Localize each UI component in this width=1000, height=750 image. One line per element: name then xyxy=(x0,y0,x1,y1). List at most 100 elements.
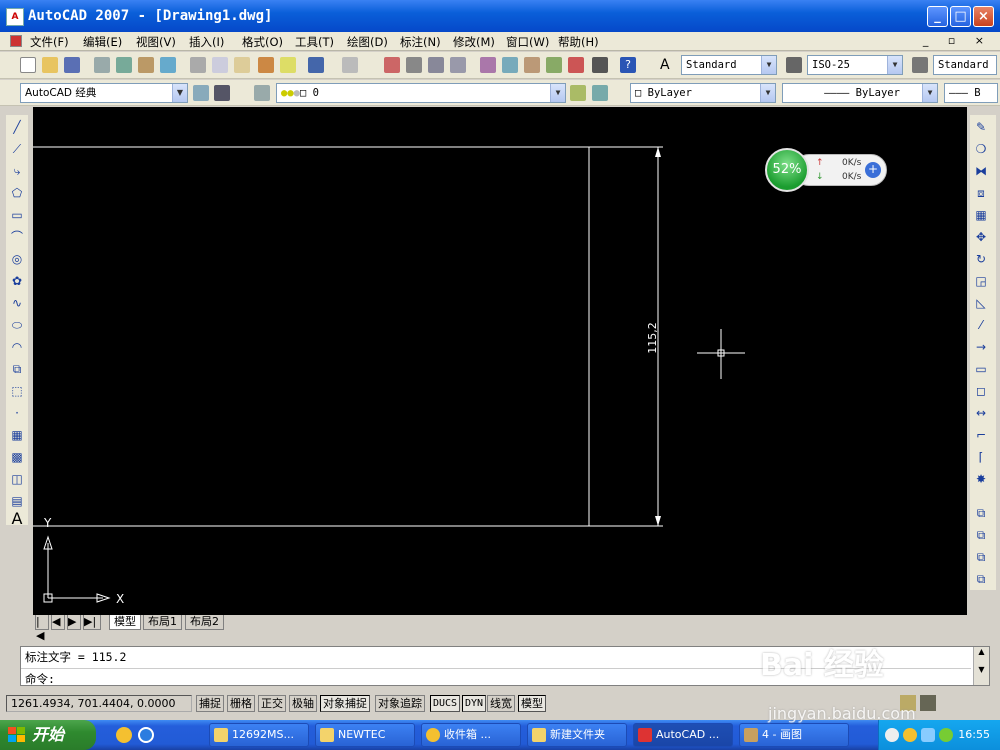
minimize-button[interactable]: _ xyxy=(927,6,948,27)
workspace-save-icon[interactable] xyxy=(214,85,230,101)
explode-icon[interactable]: ✸ xyxy=(973,471,989,487)
paste-icon[interactable] xyxy=(234,57,250,73)
mirror-icon[interactable]: ⧓ xyxy=(973,163,989,179)
multiline-text-icon[interactable]: A xyxy=(9,511,25,527)
document-icon[interactable] xyxy=(10,35,22,47)
menu-insert[interactable]: 插入(I) xyxy=(189,34,224,50)
save-icon[interactable] xyxy=(64,57,80,73)
menu-format[interactable]: 格式(O) xyxy=(242,34,283,50)
arc-icon[interactable]: ⌒ xyxy=(9,229,25,245)
dim-style-icon[interactable] xyxy=(786,57,802,73)
circle-icon[interactable]: ◎ xyxy=(9,251,25,267)
coordinate-display[interactable]: 1261.4934, 701.4404, 0.0000 xyxy=(6,695,192,712)
fillet-icon[interactable]: ⌈ xyxy=(973,449,989,465)
taskbar-item-folder-2[interactable]: NEWTEC xyxy=(315,723,415,747)
spline-icon[interactable]: ∿ xyxy=(9,295,25,311)
array-icon[interactable]: ▦ xyxy=(973,207,989,223)
point-icon[interactable]: · xyxy=(9,405,25,421)
autocad-app-icon[interactable]: A xyxy=(6,8,24,26)
osnap-toggle[interactable]: 对象捕捉 xyxy=(320,695,370,712)
table-style-select[interactable]: Standard xyxy=(933,55,997,75)
rectangle-icon[interactable]: ▭ xyxy=(9,207,25,223)
maximize-button[interactable]: □ xyxy=(950,6,971,27)
memory-percent-badge[interactable]: 52% xyxy=(765,148,809,192)
close-button[interactable]: × xyxy=(973,6,994,27)
tab-layout1[interactable]: 布局1 xyxy=(143,615,182,630)
tab-layout2[interactable]: 布局2 xyxy=(185,615,224,630)
stretch-icon[interactable]: ◺ xyxy=(973,295,989,311)
start-button[interactable]: 开始 xyxy=(0,720,96,750)
tray-network-icon[interactable] xyxy=(921,728,935,742)
pan-icon[interactable] xyxy=(384,57,400,73)
ellipse-icon[interactable]: ⬭ xyxy=(9,317,25,333)
publish-icon[interactable] xyxy=(138,57,154,73)
quicklaunch-browser-icon[interactable] xyxy=(138,727,154,743)
draw-order-front-icon[interactable]: ⧉ xyxy=(973,505,989,521)
copy-object-icon[interactable]: ❍ xyxy=(973,141,989,157)
next-tab-button[interactable]: ▶ xyxy=(67,615,81,630)
construction-line-icon[interactable]: ⟋ xyxy=(9,141,25,157)
last-tab-button[interactable]: ▶| xyxy=(83,615,101,630)
redo-icon[interactable] xyxy=(342,57,358,73)
zoom-previous-icon[interactable] xyxy=(450,57,466,73)
markup-icon[interactable] xyxy=(568,57,584,73)
chamfer-icon[interactable]: ⌐ xyxy=(973,427,989,443)
menu-modify[interactable]: 修改(M) xyxy=(453,34,495,50)
plus-icon[interactable]: + xyxy=(865,162,881,178)
taskbar-item-folder-1[interactable]: 12692MS... xyxy=(209,723,309,747)
revision-cloud-icon[interactable]: ✿ xyxy=(9,273,25,289)
menu-file[interactable]: 文件(F) xyxy=(30,34,69,50)
command-scrollbar[interactable]: ▲ ▼ xyxy=(973,647,989,685)
taskbar-item-paint[interactable]: 4 - 画图 xyxy=(739,723,849,747)
sheet-set-icon[interactable] xyxy=(546,57,562,73)
new-file-icon[interactable] xyxy=(20,57,36,73)
undo-icon[interactable] xyxy=(308,57,324,73)
scale-icon[interactable]: ◲ xyxy=(973,273,989,289)
dyn-toggle[interactable]: DYN xyxy=(462,695,487,712)
text-style-select[interactable]: Standard ▼ xyxy=(681,55,777,75)
polar-toggle[interactable]: 极轴 xyxy=(289,695,317,712)
menu-help[interactable]: 帮助(H) xyxy=(558,34,599,50)
lock-toolbars-icon[interactable] xyxy=(920,695,936,711)
send-under-icon[interactable]: ⧉ xyxy=(973,571,989,587)
clock[interactable]: 16:55 xyxy=(958,728,990,741)
text-style-icon[interactable]: A xyxy=(660,57,676,73)
help-icon[interactable]: ? xyxy=(620,57,636,73)
match-properties-icon[interactable] xyxy=(258,57,274,73)
prev-tab-button[interactable]: ◀ xyxy=(51,615,65,630)
print-icon[interactable] xyxy=(94,57,110,73)
taskbar-item-new-folder[interactable]: 新建文件夹 xyxy=(527,723,627,747)
polygon-icon[interactable]: ⬠ xyxy=(9,185,25,201)
block-editor-icon[interactable] xyxy=(280,57,296,73)
properties-icon[interactable] xyxy=(480,57,496,73)
draw-order-back-icon[interactable]: ⧉ xyxy=(973,527,989,543)
layer-previous-icon[interactable] xyxy=(592,85,608,101)
3d-dwf-icon[interactable] xyxy=(160,57,176,73)
zoom-realtime-icon[interactable] xyxy=(406,57,422,73)
insert-block-icon[interactable]: ⧉ xyxy=(9,361,25,377)
join-icon[interactable]: ↔ xyxy=(973,405,989,421)
copy-icon[interactable] xyxy=(212,57,228,73)
design-center-icon[interactable] xyxy=(502,57,518,73)
calculator-icon[interactable] xyxy=(592,57,608,73)
break-at-point-icon[interactable]: ▭ xyxy=(973,361,989,377)
polyline-icon[interactable]: ⤷ xyxy=(9,163,25,179)
make-block-icon[interactable]: ⬚ xyxy=(9,383,25,399)
menu-draw[interactable]: 绘图(D) xyxy=(347,34,388,50)
extend-icon[interactable]: → xyxy=(973,339,989,355)
layer-manager-icon[interactable] xyxy=(254,85,270,101)
break-icon[interactable]: ◻ xyxy=(973,383,989,399)
tray-update-icon[interactable] xyxy=(939,728,953,742)
trim-icon[interactable]: ⁄ xyxy=(973,317,989,333)
rotate-icon[interactable]: ↻ xyxy=(973,251,989,267)
workspace-select[interactable]: AutoCAD 经典 ▼ xyxy=(20,83,188,103)
menu-view[interactable]: 视图(V) xyxy=(136,34,176,50)
hatch-icon[interactable]: ▦ xyxy=(9,427,25,443)
ellipse-arc-icon[interactable]: ◠ xyxy=(9,339,25,355)
taskbar-item-inbox[interactable]: 收件箱 ... xyxy=(421,723,521,747)
lineweight-toggle[interactable]: 线宽 xyxy=(487,695,515,712)
plot-preview-icon[interactable] xyxy=(116,57,132,73)
menu-tools[interactable]: 工具(T) xyxy=(295,34,334,50)
tray-arrow-icon[interactable] xyxy=(885,728,899,742)
make-current-layer-icon[interactable] xyxy=(570,85,586,101)
